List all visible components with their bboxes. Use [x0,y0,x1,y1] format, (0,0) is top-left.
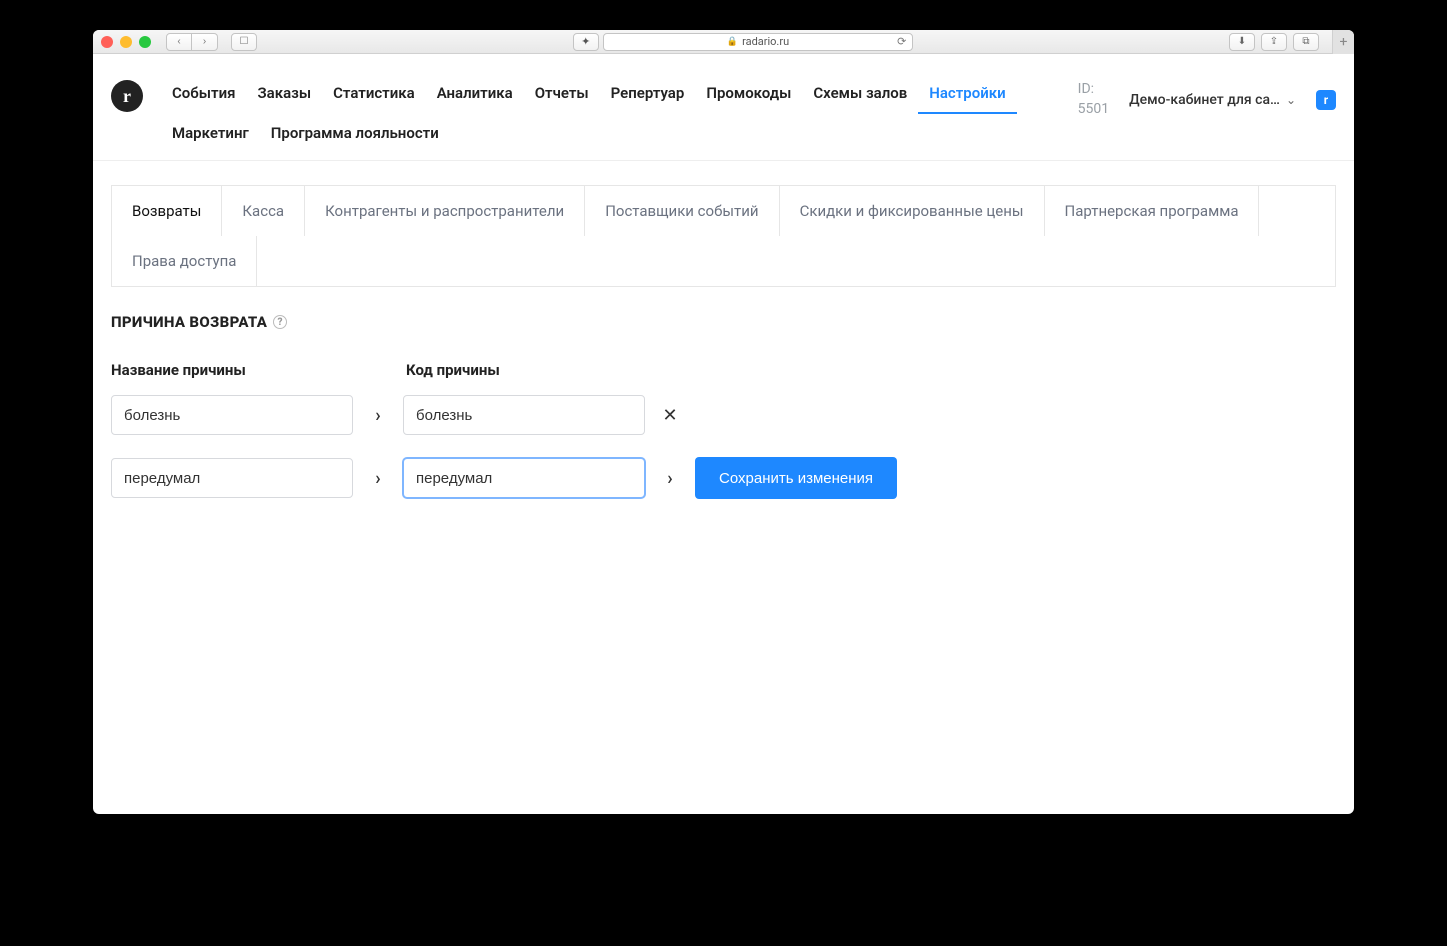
titlebar-right: ⬇ ⇪ ⧉ [1229,33,1319,51]
tab[interactable]: Партнерская программа [1045,186,1260,236]
content: ВозвратыКассаКонтрагенты и распространит… [93,161,1354,814]
forward-button[interactable]: › [192,33,218,51]
nav-item[interactable]: Заказы [246,74,322,114]
reason-name-input[interactable] [111,458,353,498]
share-button[interactable]: ⇪ [1261,33,1287,51]
help-icon[interactable]: ? [273,315,287,329]
account-label: Демо-кабинет для са… [1129,92,1280,108]
settings-tabs: ВозвратыКассаКонтрагенты и распространит… [111,185,1336,287]
account-id: ID: 5501 [1078,80,1109,119]
tab[interactable]: Контрагенты и распространители [305,186,585,236]
save-changes-button[interactable]: Сохранить изменения [695,457,897,499]
reload-icon[interactable]: ⟳ [897,35,906,48]
nav-item[interactable]: События [161,74,246,114]
tab[interactable]: Права доступа [112,236,257,286]
back-button[interactable]: ‹ [166,33,192,51]
nav-item[interactable]: Маркетинг [161,114,260,152]
chevron-right-icon: › [645,468,695,489]
main-nav: СобытияЗаказыСтатистикаАналитикаОтчетыРе… [161,74,1031,152]
column-header-name: Название причины [111,361,406,379]
section-title: ПРИЧИНА ВОЗВРАТА ? [111,313,1336,331]
downloads-button[interactable]: ⬇ [1229,33,1255,51]
app-header: r СобытияЗаказыСтатистикаАналитикаОтчеты… [93,54,1354,161]
reason-code-input[interactable] [403,458,645,498]
nav-item[interactable]: Статистика [322,74,426,114]
id-label: ID: [1078,80,1109,100]
reason-row: ›✕ [111,395,1336,435]
delete-row-icon[interactable]: ✕ [645,405,695,426]
tab[interactable]: Возвраты [112,186,222,236]
chevron-right-icon: › [353,468,403,489]
header-right: ID: 5501 Демо-кабинет для са… ⌄ r [1078,74,1336,119]
tab[interactable]: Скидки и фиксированные цены [780,186,1045,236]
reason-row: ››Сохранить изменения [111,457,1336,499]
account-dropdown[interactable]: Демо-кабинет для са… ⌄ [1129,92,1296,108]
nav-item[interactable]: Программа лояльности [260,114,450,152]
nav-item[interactable]: Аналитика [426,74,524,114]
column-header-code: Код причины [406,361,500,379]
app-square-icon[interactable]: r [1316,90,1336,110]
nav-item[interactable]: Схемы залов [802,74,918,114]
nav-item[interactable]: Настройки [918,74,1016,114]
id-value: 5501 [1078,100,1109,120]
zoom-window-button[interactable] [139,36,151,48]
section-title-text: ПРИЧИНА ВОЗВРАТА [111,313,267,331]
column-headers: Название причины Код причины [111,361,1336,379]
tabs-button[interactable]: ⧉ [1293,33,1319,51]
new-tab-button[interactable]: + [1332,30,1354,54]
reason-name-input[interactable] [111,395,353,435]
app-logo[interactable]: r [111,80,143,112]
titlebar: ‹ › ☐ ✦ 🔒 radario.ru ⟳ ⬇ ⇪ ⧉ + [93,30,1354,54]
minimize-window-button[interactable] [120,36,132,48]
nav-item[interactable]: Репертуар [600,74,696,114]
reader-toggle-button[interactable]: ✦ [573,33,599,51]
chevron-down-icon: ⌄ [1286,93,1296,107]
sidebar-toggle-button[interactable]: ☐ [231,33,257,51]
reason-code-input[interactable] [403,395,645,435]
tab[interactable]: Касса [222,186,305,236]
nav-item[interactable]: Отчеты [524,74,600,114]
refund-reason-form: Название причины Код причины ›✕››Сохрани… [111,361,1336,499]
lock-icon: 🔒 [727,37,738,47]
close-window-button[interactable] [101,36,113,48]
address-host: radario.ru [742,35,789,48]
window-controls [101,36,151,48]
nav-item[interactable]: Промокоды [695,74,802,114]
browser-window: ‹ › ☐ ✦ 🔒 radario.ru ⟳ ⬇ ⇪ ⧉ + r События… [93,30,1354,814]
tab[interactable]: Поставщики событий [585,186,779,236]
nav-buttons: ‹ › [166,33,218,51]
chevron-right-icon: › [353,405,403,426]
address-bar[interactable]: 🔒 radario.ru ⟳ [603,33,914,51]
